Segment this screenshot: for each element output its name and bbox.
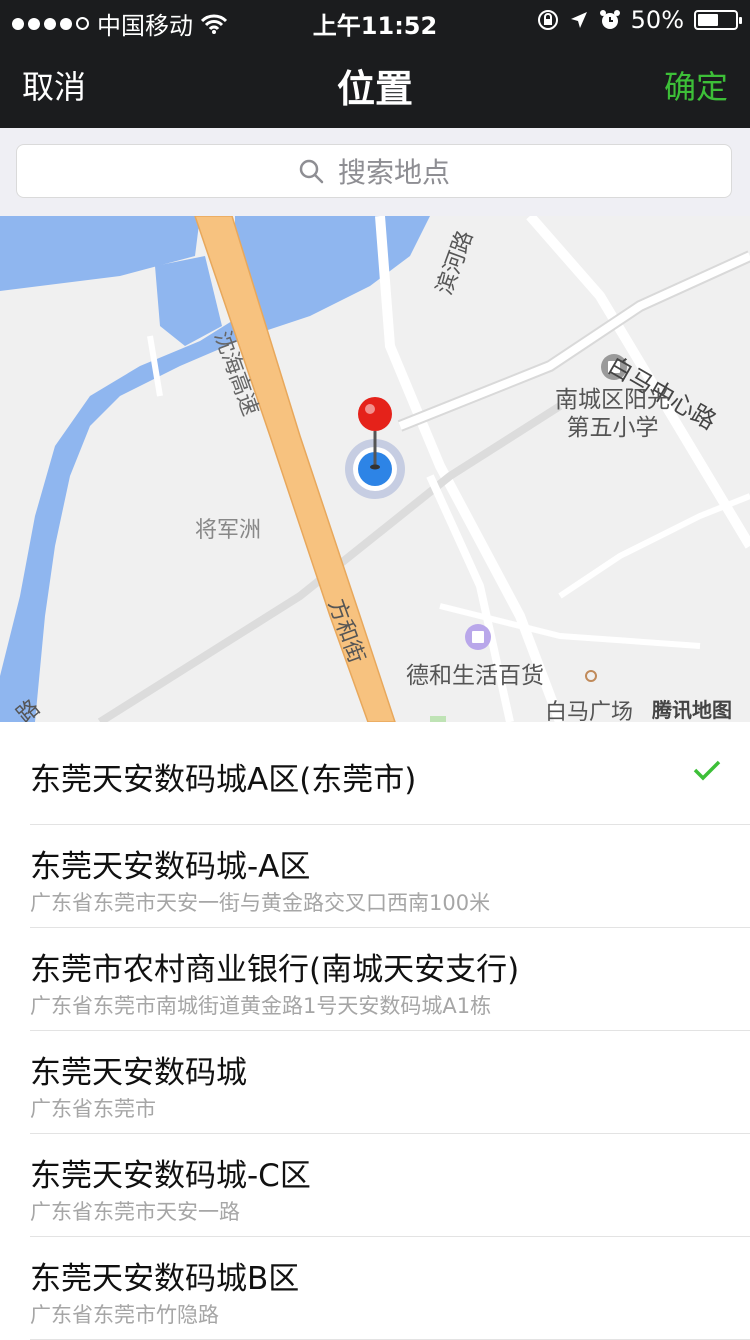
- list-item[interactable]: 东莞天安数码城A区(东莞市): [30, 722, 750, 825]
- map-watermark: 腾讯地图: [652, 698, 732, 722]
- list-item-address: 广东省东莞市: [30, 1097, 156, 1121]
- list-item[interactable]: 东莞天安数码城 广东省东莞市: [30, 1031, 750, 1134]
- list-item-title: 东莞市农村商业银行(南城天安支行): [30, 952, 520, 988]
- battery-icon: [694, 10, 742, 30]
- list-item-address: 广东省东莞市天安一街与黄金路交叉口西南100米: [30, 891, 491, 915]
- search-placeholder: 搜索地点: [337, 156, 450, 189]
- list-item-address: 广东省东莞市竹隐路: [30, 1303, 219, 1327]
- rotation-lock-icon: [537, 10, 558, 30]
- map-label-baima-square: 白马广场: [545, 700, 634, 722]
- list-item-title: 东莞天安数码城B区: [30, 1261, 300, 1297]
- search-bar: 搜索地点: [0, 128, 750, 216]
- list-item-title: 东莞天安数码城-A区: [30, 849, 311, 885]
- list-item-address: 广东省东莞市天安一路: [30, 1200, 240, 1224]
- list-item[interactable]: 东莞天安数码城-C区 广东省东莞市天安一路: [30, 1134, 750, 1237]
- list-item-title: 东莞天安数码城: [30, 1055, 247, 1091]
- list-item-address: 广东省东莞市南城街道黄金路1号天安数码城A1栋: [30, 994, 492, 1018]
- map-view[interactable]: 沈海高速 滨河路 白马中心路 南城区阳光 第五小学 将军洲 方和街 德和生活百货…: [0, 216, 750, 722]
- list-item[interactable]: 东莞天安数码城B区 广东省东莞市竹隐路: [30, 1237, 750, 1340]
- search-input[interactable]: 搜索地点: [16, 144, 732, 198]
- alarm-icon: [599, 10, 620, 29]
- list-item[interactable]: 东莞市农村商业银行(南城天安支行) 广东省东莞市南城街道黄金路1号天安数码城A1…: [30, 928, 750, 1031]
- nav-bar: 取消 位置 确定: [0, 40, 750, 128]
- list-item[interactable]: 东莞天安数码城-A区 广东省东莞市天安一街与黄金路交叉口西南100米: [30, 825, 750, 928]
- confirm-button[interactable]: 确定: [664, 62, 728, 108]
- list-item-title: 东莞天安数码城A区(东莞市): [30, 762, 417, 798]
- map-label-dehe-store: 德和生活百货: [406, 663, 544, 689]
- status-bar: 中国移动 上午11:52 50%: [0, 0, 750, 40]
- list-item-title: 东莞天安数码城-C区: [30, 1158, 311, 1194]
- location-arrow-icon: [570, 12, 587, 28]
- map-canvas: [0, 216, 750, 722]
- page-title: 位置: [336, 67, 413, 111]
- map-label-school: 南城区阳光 第五小学: [555, 387, 670, 441]
- battery-percent: 50%: [630, 6, 684, 34]
- map-label-jiangjunzhou: 将军洲: [195, 518, 262, 543]
- search-icon: [299, 159, 324, 184]
- status-right: 50%: [537, 6, 742, 34]
- checkmark-icon: [693, 760, 721, 781]
- location-list: 东莞天安数码城A区(东莞市) 东莞天安数码城-A区 广东省东莞市天安一街与黄金路…: [0, 722, 750, 1340]
